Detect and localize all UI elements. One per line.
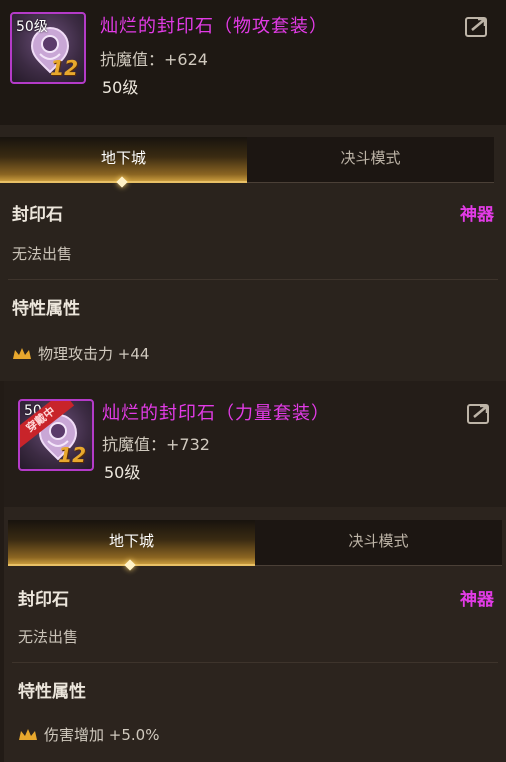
crown-icon	[19, 728, 37, 740]
item-header: 50 穿戴中 12 灿烂的封印石（力量套装） 抗魔值：+732 50级	[4, 381, 506, 507]
crown-icon	[13, 347, 31, 359]
tab-pvp-label: 决斗模式	[340, 149, 401, 167]
trait-text: 物理攻击力 +44	[38, 345, 150, 363]
divider	[8, 279, 498, 280]
item-header: 50级 12 灿烂的封印石（物攻套装） 抗魔值：+624 50级	[0, 0, 506, 125]
active-tab-indicator	[116, 176, 128, 188]
share-icon[interactable]	[464, 14, 490, 38]
trait-row: 物理攻击力 +44	[12, 343, 149, 364]
refine-level: 12	[50, 56, 78, 80]
traits-heading: 特性属性	[18, 682, 86, 702]
trait-row: 伤害增加 +5.0%	[18, 724, 159, 745]
tab-dungeon-label: 地下城	[100, 149, 146, 167]
refine-level: 12	[58, 443, 86, 467]
item-title: 灿烂的封印石（物攻套装）	[100, 16, 328, 37]
active-tab-indicator	[124, 559, 136, 571]
sell-status: 无法出售	[18, 628, 79, 646]
item-tooltip-card-2: 50 穿戴中 12 灿烂的封印石（力量套装） 抗魔值：+732 50级 地下城 …	[4, 381, 506, 762]
item-tooltip-card-1: 50级 12 灿烂的封印石（物攻套装） 抗魔值：+624 50级 地下城 决斗模…	[0, 0, 506, 381]
trait-text: 伤害增加 +5.0%	[44, 726, 160, 744]
mode-tabs: 地下城 决斗模式	[8, 520, 502, 571]
divider	[12, 662, 498, 663]
item-rarity: 神器	[460, 205, 494, 225]
item-icon-frame[interactable]: 50级 12	[10, 12, 86, 84]
item-rarity: 神器	[460, 590, 494, 610]
tab-dungeon-label: 地下城	[108, 532, 154, 550]
traits-heading: 特性属性	[12, 299, 80, 319]
item-level: 50级	[104, 463, 141, 482]
mode-tabs: 地下城 决斗模式	[0, 137, 494, 188]
item-type: 封印石	[18, 590, 69, 610]
item-type: 封印石	[12, 205, 63, 225]
item-title: 灿烂的封印石（力量套装）	[102, 403, 330, 424]
level-badge: 50级	[16, 19, 48, 35]
item-level: 50级	[102, 78, 139, 97]
tab-dungeon[interactable]: 地下城	[0, 137, 247, 188]
item-icon-frame[interactable]: 50 穿戴中 12	[18, 399, 94, 471]
tab-pvp-label: 决斗模式	[348, 532, 409, 550]
tab-dungeon[interactable]: 地下城	[8, 520, 255, 571]
share-icon[interactable]	[466, 401, 492, 425]
sell-status: 无法出售	[12, 245, 73, 263]
magic-resist-stat: 抗魔值：+624	[100, 50, 208, 69]
tab-pvp[interactable]: 决斗模式	[255, 520, 502, 566]
tab-pvp[interactable]: 决斗模式	[247, 137, 494, 183]
magic-resist-stat: 抗魔值：+732	[102, 435, 210, 454]
